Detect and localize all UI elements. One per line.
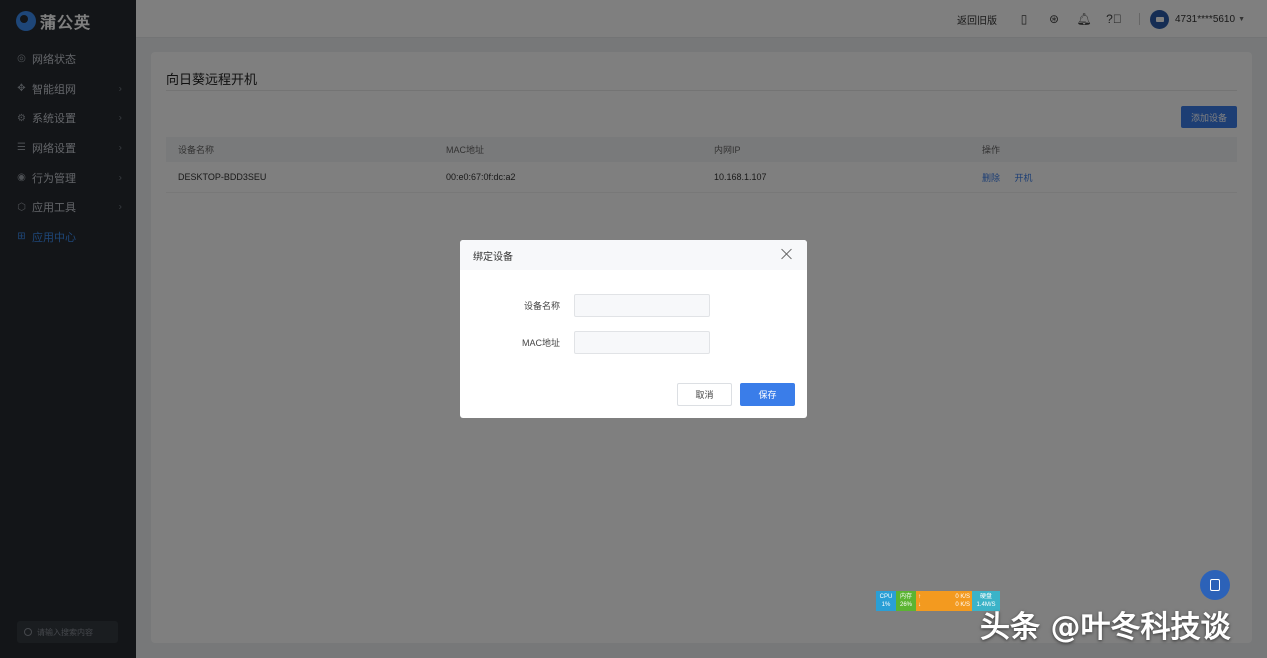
- floating-help-button[interactable]: [1200, 570, 1230, 600]
- disk-label: 硬盘: [979, 594, 992, 600]
- cpu-label: CPU: [879, 594, 893, 600]
- form-row-device-name: 设备名称: [460, 294, 807, 317]
- device-name-input[interactable]: [574, 294, 710, 317]
- save-button[interactable]: 保存: [740, 383, 795, 406]
- memory-label: 内存: [899, 594, 912, 600]
- device-name-label: 设备名称: [523, 301, 560, 311]
- memory-meter: 内存 26%: [896, 591, 916, 611]
- memory-value: 26%: [899, 602, 912, 608]
- network-arrows: ↑ ↓: [918, 593, 921, 609]
- cancel-button[interactable]: 取消: [677, 383, 732, 406]
- upload-arrow-icon: ↑: [918, 594, 921, 600]
- network-speeds: 0 K/S 0 K/S: [955, 593, 970, 609]
- upload-speed: 0 K/S: [955, 594, 970, 600]
- document-icon: [1210, 579, 1220, 591]
- bind-device-dialog: 绑定设备 设备名称 MAC地址 取消 保存: [460, 240, 807, 418]
- network-meter: ↑ ↓ 0 K/S 0 K/S: [916, 591, 972, 611]
- mac-address-input[interactable]: [574, 331, 710, 354]
- watermark: 头条 @叶冬科技谈: [980, 610, 1231, 645]
- close-icon[interactable]: [781, 248, 793, 260]
- download-arrow-icon: ↓: [918, 602, 921, 608]
- cpu-meter: CPU 1%: [876, 591, 896, 611]
- cpu-value: 1%: [881, 602, 891, 608]
- dialog-title: 绑定设备: [473, 251, 513, 263]
- form-row-mac-address: MAC地址: [460, 331, 807, 354]
- dialog-header: 绑定设备: [460, 240, 807, 270]
- mac-address-label: MAC地址: [522, 338, 560, 348]
- download-speed: 0 K/S: [955, 602, 970, 608]
